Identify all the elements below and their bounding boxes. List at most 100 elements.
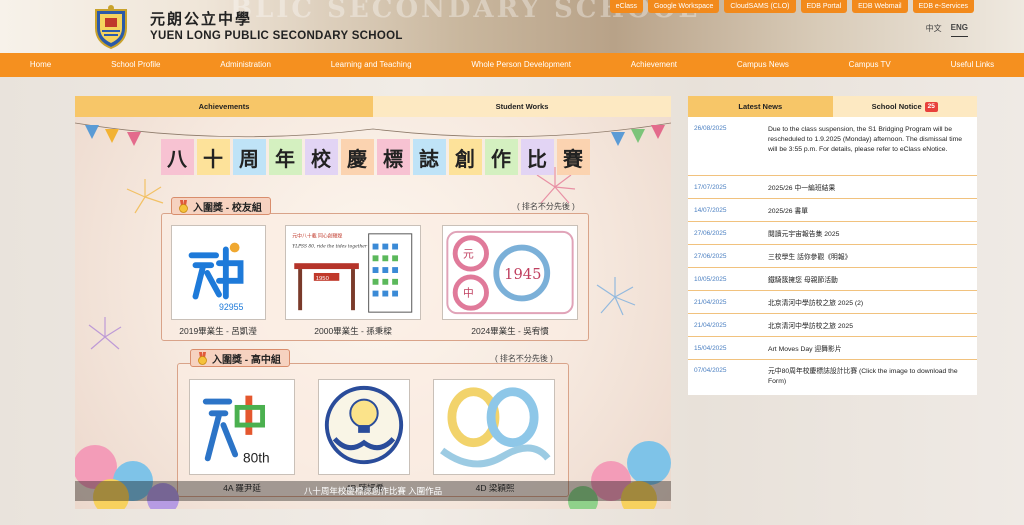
news-title[interactable]: 三校學生 話你參觀《明報》 <box>768 253 977 267</box>
news-item[interactable]: 21/04/2025 北京清河中學訪校之旅 2025 (2) <box>688 291 977 314</box>
news-title[interactable]: Art Moves Day 迎舞影片 <box>768 345 977 359</box>
quick-link-google-workspace[interactable]: Google Workspace <box>647 0 720 13</box>
nav-campus-tv[interactable]: Campus TV <box>819 53 921 77</box>
news-title[interactable]: 元中80周年校慶標誌設計比賽 (Click the image to downl… <box>768 367 977 393</box>
svg-text:元: 元 <box>463 247 474 260</box>
news-date: 26/08/2025 <box>694 125 727 132</box>
quick-link-edb-eservices[interactable]: EDB e-Services <box>912 0 974 13</box>
title-char: 比 <box>520 139 554 175</box>
senior-entry-2-image[interactable] <box>318 379 410 475</box>
news-title[interactable]: 北京清河中學訪校之旅 2025 (2) <box>768 299 977 313</box>
title-char: 慶 <box>340 139 374 175</box>
nav-campus-news[interactable]: Campus News <box>707 53 819 77</box>
alumni-entry-3-caption: 2024畢業生 - 吳宥慣 <box>471 326 549 336</box>
title-char: 周 <box>232 139 266 175</box>
news-title[interactable]: 閱讀元宇宙報告集 2025 <box>768 230 977 244</box>
quick-link-edb-webmail[interactable]: EDB Webmail <box>852 0 908 13</box>
lang-english-link[interactable]: ENG <box>950 23 968 37</box>
news-date: 17/07/2025 <box>694 184 727 191</box>
news-date: 14/07/2025 <box>694 207 727 214</box>
medal-icon <box>179 199 188 213</box>
news-date: 21/04/2025 <box>694 299 727 306</box>
quick-link-edb-portal[interactable]: EDB Portal <box>800 0 848 13</box>
nav-administration[interactable]: Administration <box>190 53 301 77</box>
left-tabs: Achievements Student Works <box>75 96 671 117</box>
news-title[interactable]: 北京清河中學訪校之旅 2025 <box>768 322 977 336</box>
school-crest-icon[interactable] <box>88 4 134 50</box>
nav-home[interactable]: Home <box>0 53 81 77</box>
news-title[interactable]: 2025/26 中一編班結果 <box>768 184 977 198</box>
news-item[interactable]: 27/06/2025 三校學生 話你參觀《明報》 <box>688 245 977 268</box>
title-char: 賽 <box>556 139 590 175</box>
entry-year-text: 1945 <box>504 266 541 283</box>
achievement-slide[interactable]: 八 十 周 年 校 慶 標 誌 創 作 比 賽 入圍獎 - 校友組 ( 排名不分… <box>75 117 671 509</box>
entry-mid-text: YLPSS 80, ride the tides together <box>292 245 368 250</box>
news-item[interactable]: 17/07/2025 2025/26 中一編班結果 <box>688 176 977 199</box>
logo-design-icon: 92955 <box>188 242 244 312</box>
alumni-entry-2-image[interactable]: 元中八十載 同心創輝煌 YLPSS 80, ride the tides tog… <box>285 225 421 320</box>
alumni-entry-1-image[interactable]: 92955 <box>171 225 266 320</box>
alumni-entry-3-image[interactable]: 元 中 1945 <box>442 225 578 320</box>
nav-learning-teaching[interactable]: Learning and Teaching <box>301 53 442 77</box>
school-name-english: YUEN LONG PUBLIC SECONDARY SCHOOL <box>150 30 403 42</box>
alumni-entry-1-caption: 2019畢業生 - 呂凱瀅 <box>179 326 257 336</box>
entry-year-text: 92955 <box>219 302 244 312</box>
news-title[interactable]: 2025/26 書單 <box>768 207 977 221</box>
title-char: 八 <box>160 139 194 175</box>
nav-whole-person-development[interactable]: Whole Person Development <box>441 53 600 77</box>
senior-entry-3-image[interactable] <box>433 379 555 475</box>
latest-news-list: 26/08/2025 Due to the class suspension, … <box>688 117 977 395</box>
school-name-chinese: 元朗公立中學 <box>150 10 253 28</box>
senior-order-note: ( 排名不分先後 ) <box>495 354 553 363</box>
entry-year-text: 80th <box>243 450 270 465</box>
lightbulb-hands-icon <box>324 385 404 465</box>
notice-count-badge: 25 <box>924 102 938 112</box>
senior-entry-1-image[interactable]: 80th <box>189 379 295 475</box>
lang-chinese-link[interactable]: 中文 <box>926 23 942 37</box>
news-title[interactable]: 鐵騎簇擁您 母親節活動 <box>768 276 977 290</box>
title-char: 十 <box>196 139 230 175</box>
title-char: 作 <box>484 139 518 175</box>
logo-design-icon: 80th <box>202 395 270 465</box>
language-switch: 中文 ENG <box>926 23 968 37</box>
news-date: 07/04/2025 <box>694 367 727 374</box>
news-title[interactable]: Due to the class suspension, the S1 Brid… <box>768 125 977 175</box>
tab-achievements[interactable]: Achievements <box>75 96 373 117</box>
news-date: 15/04/2025 <box>694 345 727 352</box>
alumni-award-label: 入圍獎 - 校友組 <box>171 197 271 215</box>
gate-design-icon: 元中八十載 同心創輝煌 YLPSS 80, ride the tides tog… <box>292 233 413 313</box>
tab-student-works[interactable]: Student Works <box>373 96 671 117</box>
tab-latest-news[interactable]: Latest News <box>688 96 833 117</box>
title-char: 誌 <box>412 139 446 175</box>
quick-link-eclass[interactable]: eClass <box>609 0 643 13</box>
news-item[interactable]: 15/04/2025 Art Moves Day 迎舞影片 <box>688 337 977 360</box>
news-date: 27/06/2025 <box>694 253 727 260</box>
right-tabs: Latest News School Notice 25 <box>688 96 977 117</box>
news-date: 10/05/2025 <box>694 276 727 283</box>
news-date: 21/04/2025 <box>694 322 727 329</box>
alumni-order-note: ( 排名不分先後 ) <box>517 202 575 211</box>
title-char: 校 <box>304 139 338 175</box>
alumni-entry-2-caption: 2000畢業生 - 孫秉樑 <box>314 326 392 336</box>
alumni-award-text: 入圍獎 - 校友組 <box>193 202 262 214</box>
news-item[interactable]: 26/08/2025 Due to the class suspension, … <box>688 117 977 176</box>
nav-achievement[interactable]: Achievement <box>601 53 707 77</box>
news-item[interactable]: 10/05/2025 鐵騎簇擁您 母親節活動 <box>688 268 977 291</box>
news-date: 27/06/2025 <box>694 230 727 237</box>
nav-school-profile[interactable]: School Profile <box>81 53 190 77</box>
news-item[interactable]: 07/04/2025 元中80周年校慶標誌設計比賽 (Click the ima… <box>688 360 977 393</box>
contest-title: 八 十 周 年 校 慶 標 誌 創 作 比 賽 <box>135 139 615 179</box>
news-item[interactable]: 27/06/2025 閱讀元宇宙報告集 2025 <box>688 222 977 245</box>
quick-link-cloudsams[interactable]: CloudSAMS (CLO) <box>724 0 796 13</box>
news-item[interactable]: 14/07/2025 2025/26 書單 <box>688 199 977 222</box>
circles-design-icon: 元 中 1945 <box>446 230 574 315</box>
nav-useful-links[interactable]: Useful Links <box>921 53 1024 77</box>
entry-year-text: 1950 <box>316 276 330 282</box>
title-char: 創 <box>448 139 482 175</box>
slide-caption: 八十周年校慶標誌創作比賽 入圍作品 <box>303 486 443 496</box>
news-item[interactable]: 21/04/2025 北京清河中學訪校之旅 2025 <box>688 314 977 337</box>
entry-top-text: 元中八十載 同心創輝煌 <box>292 233 342 240</box>
tab-school-notice[interactable]: School Notice 25 <box>832 96 977 117</box>
main-nav: Home School Profile Administration Learn… <box>0 53 1024 77</box>
senior-award-text: 入圍獎 - 高中組 <box>212 354 281 366</box>
